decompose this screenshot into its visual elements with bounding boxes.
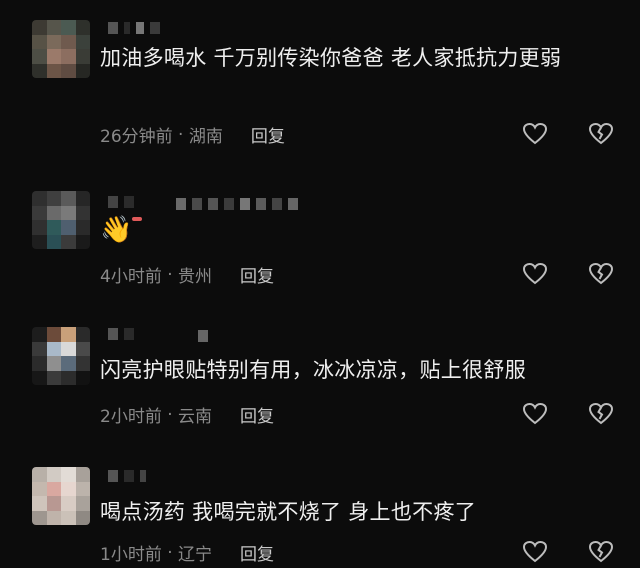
username-mosaic[interactable] bbox=[176, 198, 298, 210]
avatar[interactable] bbox=[32, 327, 90, 385]
avatar[interactable] bbox=[32, 467, 90, 525]
comment-location: 湖南 bbox=[188, 127, 223, 147]
comment-text: 加油多喝水 千万别传染你爸爸 老人家抵抗力更弱 bbox=[100, 46, 562, 70]
heart-outline-icon[interactable] bbox=[522, 402, 548, 426]
comment-location: 辽宁 bbox=[178, 545, 213, 565]
comment-time: 4小时前 bbox=[100, 267, 162, 287]
broken-heart-icon[interactable] bbox=[588, 262, 614, 286]
broken-heart-icon[interactable] bbox=[588, 402, 614, 426]
heart-outline-icon[interactable] bbox=[522, 540, 548, 564]
comment-time: 26分钟前 bbox=[100, 127, 173, 147]
comment-text: 👋 bbox=[100, 215, 133, 245]
broken-heart-icon[interactable] bbox=[588, 540, 614, 564]
username-mosaic[interactable] bbox=[108, 328, 134, 340]
comment-meta: 4小时前 · 贵州 回复 bbox=[100, 262, 274, 288]
comment-time: 1小时前 bbox=[100, 545, 162, 565]
heart-outline-icon[interactable] bbox=[522, 122, 548, 146]
comment-location: 云南 bbox=[178, 407, 213, 427]
comment-meta: 1小时前 · 辽宁 回复 bbox=[100, 540, 274, 566]
comment-meta: 26分钟前 · 湖南 回复 bbox=[100, 122, 285, 148]
comment-text: 闪亮护眼贴特别有用，冰冰凉凉，贴上很舒服 bbox=[100, 358, 526, 382]
comment-emoji-mark bbox=[132, 217, 142, 221]
username-mosaic[interactable] bbox=[108, 196, 134, 208]
comment-meta: 2小时前 · 云南 回复 bbox=[100, 402, 274, 428]
reply-button[interactable]: 回复 bbox=[240, 262, 274, 287]
reply-button[interactable]: 回复 bbox=[240, 540, 274, 565]
username-mosaic[interactable] bbox=[108, 470, 146, 482]
comment-text: 喝点汤药 我喝完就不烧了 身上也不疼了 bbox=[100, 500, 477, 524]
comment-location: 贵州 bbox=[178, 267, 213, 287]
username-mosaic[interactable] bbox=[198, 330, 208, 342]
avatar[interactable] bbox=[32, 20, 90, 78]
avatar[interactable] bbox=[32, 191, 90, 249]
heart-outline-icon[interactable] bbox=[522, 262, 548, 286]
username-mosaic[interactable] bbox=[108, 22, 160, 34]
reply-button[interactable]: 回复 bbox=[240, 402, 274, 427]
reply-button[interactable]: 回复 bbox=[251, 122, 285, 147]
comment-time: 2小时前 bbox=[100, 407, 162, 427]
broken-heart-icon[interactable] bbox=[588, 122, 614, 146]
